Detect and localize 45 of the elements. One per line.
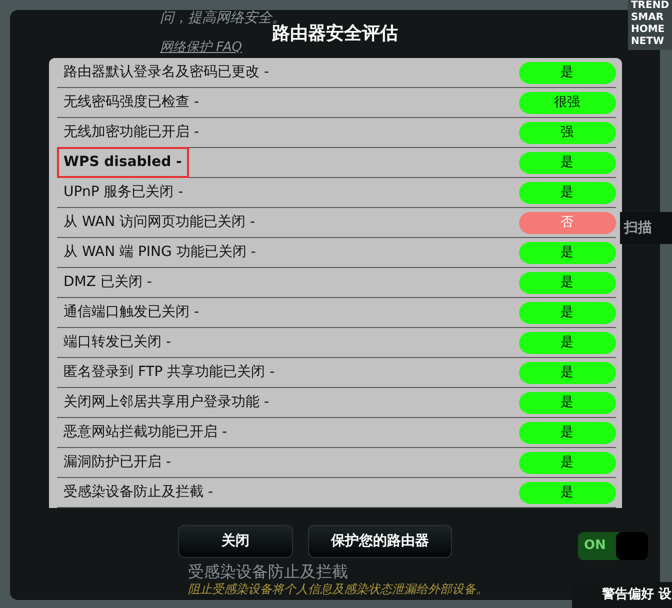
feature-description: 阻止受感染设备将个人信息及感染状态泄漏给外部设备。 bbox=[188, 581, 488, 598]
check-label: 恶意网站拦截功能已开启 - bbox=[62, 423, 228, 442]
check-label: 漏洞防护已开启 - bbox=[62, 453, 172, 472]
check-label: 从 WAN 访问网页功能已关闭 - bbox=[62, 213, 256, 232]
check-label: 无线加密功能已开启 - bbox=[62, 123, 200, 142]
check-label: WPS disabled - bbox=[56, 147, 189, 178]
dialog-button[interactable]: 保护您的路由器 bbox=[308, 525, 452, 558]
check-label: 通信端口触发已关闭 - bbox=[62, 303, 200, 322]
faq-link[interactable]: 网络保护 FAQ bbox=[160, 38, 242, 58]
status-pill: 强 bbox=[518, 122, 616, 144]
status-pill: 是 bbox=[518, 182, 616, 204]
status-pill: 是 bbox=[518, 482, 616, 504]
check-label: 无线密码强度已检查 - bbox=[62, 93, 200, 112]
status-pill: 否 bbox=[518, 212, 616, 234]
toggle-switch[interactable]: ON bbox=[578, 532, 648, 560]
check-label: 匿名登录到 FTP 共享功能已关闭 - bbox=[62, 363, 276, 382]
check-label: DMZ 已关闭 - bbox=[62, 273, 153, 292]
scan-button[interactable]: 扫描 bbox=[620, 212, 672, 244]
status-pill: 是 bbox=[518, 152, 616, 174]
status-pill: 是 bbox=[518, 62, 616, 84]
status-pill: 是 bbox=[518, 332, 616, 354]
check-label: UPnP 服务已关闭 - bbox=[62, 183, 184, 202]
status-pill: 是 bbox=[518, 452, 616, 474]
toggle-label: ON bbox=[584, 537, 606, 556]
status-pill: 是 bbox=[518, 242, 616, 264]
logo-text: NETW bbox=[630, 36, 666, 48]
dialog-title: 路由器安全评估 bbox=[272, 23, 398, 46]
check-label: 端口转发已关闭 - bbox=[62, 333, 172, 352]
check-label: 受感染设备防止及拦截 - bbox=[62, 483, 214, 502]
feature-title: 受感染设备防止及拦截 bbox=[188, 561, 348, 583]
toggle-knob bbox=[616, 532, 648, 560]
logo-text: TREND bbox=[630, 0, 669, 12]
logo-text: HOME bbox=[630, 24, 666, 36]
status-pill: 是 bbox=[518, 362, 616, 384]
status-pill: 是 bbox=[518, 422, 616, 444]
alert-settings-button[interactable]: 警告偏好 设 bbox=[572, 582, 672, 608]
dialog-button[interactable]: 关闭 bbox=[178, 525, 293, 558]
check-label: 关闭网上邻居共享用户登录功能 - bbox=[62, 393, 270, 412]
logo-text: SMAR bbox=[630, 12, 665, 24]
check-label: 路由器默认登录名及密码已更改 - bbox=[62, 63, 270, 82]
status-pill: 很强 bbox=[518, 92, 616, 114]
status-pill: 是 bbox=[518, 302, 616, 324]
status-pill: 是 bbox=[518, 392, 616, 414]
check-label: 从 WAN 端 PING 功能已关闭 - bbox=[62, 243, 257, 262]
status-pill: 是 bbox=[518, 272, 616, 294]
